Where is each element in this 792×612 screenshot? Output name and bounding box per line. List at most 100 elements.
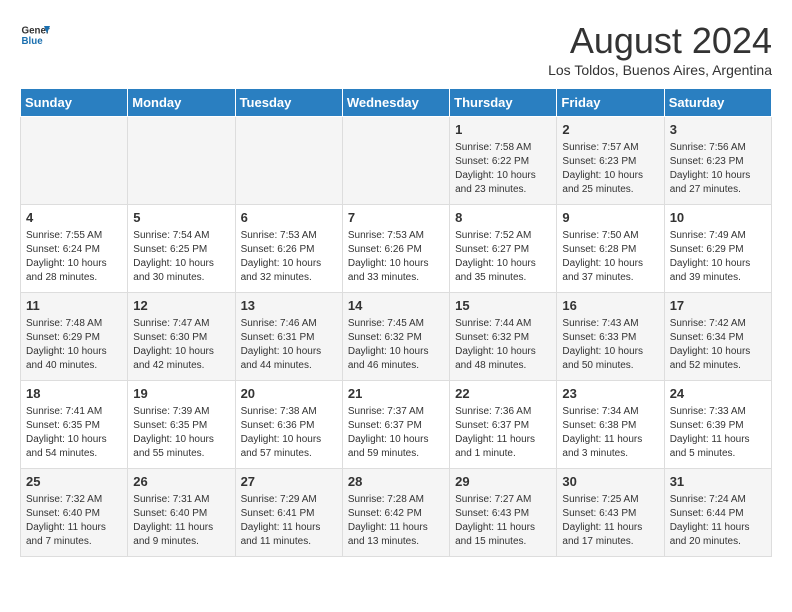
header-friday: Friday	[557, 89, 664, 117]
calendar-cell: 25 Sunrise: 7:32 AM Sunset: 6:40 PM Dayli…	[21, 469, 128, 557]
calendar-cell: 6Sunrise: 7:53 AM Sunset: 6:26 PM Daylig…	[235, 205, 342, 293]
day-number: 23	[562, 385, 658, 403]
svg-text:Blue: Blue	[22, 36, 44, 47]
calendar-cell	[235, 117, 342, 205]
calendar-week-row: 18 Sunrise: 7:41 AM Sunset: 6:35 PM Dayli…	[21, 381, 772, 469]
day-info: Sunrise: 7:49 AM Sunset: 6:29 PM Dayligh…	[670, 229, 766, 285]
day-info: Sunrise: 7:55 AM Sunset: 6:24 PM Dayligh…	[26, 229, 122, 285]
calendar-cell: 14 Sunrise: 7:45 AM Sunset: 6:32 PM Dayli…	[342, 293, 449, 381]
day-info: Sunrise: 7:24 AM Sunset: 6:44 PM Dayligh…	[670, 493, 766, 549]
day-info: Sunrise: 7:38 AM Sunset: 6:36 PM Dayligh…	[241, 405, 337, 461]
day-number: 17	[670, 297, 766, 315]
calendar-cell	[128, 117, 235, 205]
calendar-cell	[21, 117, 128, 205]
calendar-cell: 26 Sunrise: 7:31 AM Sunset: 6:40 PM Dayli…	[128, 469, 235, 557]
calendar-cell: 11Sunrise: 7:48 AM Sunset: 6:29 PM Dayli…	[21, 293, 128, 381]
day-number: 25	[26, 473, 122, 491]
day-info: Sunrise: 7:45 AM Sunset: 6:32 PM Dayligh…	[348, 317, 444, 373]
day-number: 28	[348, 473, 444, 491]
day-number: 24	[670, 385, 766, 403]
calendar-week-row: 4 Sunrise: 7:55 AM Sunset: 6:24 PM Daylig…	[21, 205, 772, 293]
day-info: Sunrise: 7:39 AM Sunset: 6:35 PM Dayligh…	[133, 405, 229, 461]
calendar-cell: 29Sunrise: 7:27 AM Sunset: 6:43 PM Dayli…	[450, 469, 557, 557]
calendar-cell: 9 Sunrise: 7:50 AM Sunset: 6:28 PM Daylig…	[557, 205, 664, 293]
day-number: 12	[133, 297, 229, 315]
calendar-cell: 24 Sunrise: 7:33 AM Sunset: 6:39 PM Dayli…	[664, 381, 771, 469]
calendar-week-row: 25 Sunrise: 7:32 AM Sunset: 6:40 PM Dayli…	[21, 469, 772, 557]
day-number: 7	[348, 209, 444, 227]
day-info: Sunrise: 7:31 AM Sunset: 6:40 PM Dayligh…	[133, 493, 229, 549]
calendar-cell: 23 Sunrise: 7:34 AM Sunset: 6:38 PM Dayli…	[557, 381, 664, 469]
header-sunday: Sunday	[21, 89, 128, 117]
calendar-cell: 19 Sunrise: 7:39 AM Sunset: 6:35 PM Dayli…	[128, 381, 235, 469]
day-number: 11	[26, 297, 122, 315]
day-number: 5	[133, 209, 229, 227]
day-info: Sunrise: 7:50 AM Sunset: 6:28 PM Dayligh…	[562, 229, 658, 285]
page-header: General Blue August 2024 Los Toldos, Bue…	[20, 20, 772, 78]
day-number: 3	[670, 121, 766, 139]
day-info: Sunrise: 7:42 AM Sunset: 6:34 PM Dayligh…	[670, 317, 766, 373]
calendar-cell: 18 Sunrise: 7:41 AM Sunset: 6:35 PM Dayli…	[21, 381, 128, 469]
day-info: Sunrise: 7:52 AM Sunset: 6:27 PM Dayligh…	[455, 229, 551, 285]
calendar-cell: 27 Sunrise: 7:29 AM Sunset: 6:41 PM Dayli…	[235, 469, 342, 557]
calendar-week-row: 11Sunrise: 7:48 AM Sunset: 6:29 PM Dayli…	[21, 293, 772, 381]
day-number: 9	[562, 209, 658, 227]
day-info: Sunrise: 7:46 AM Sunset: 6:31 PM Dayligh…	[241, 317, 337, 373]
day-info: Sunrise: 7:29 AM Sunset: 6:41 PM Dayligh…	[241, 493, 337, 549]
title-section: August 2024 Los Toldos, Buenos Aires, Ar…	[548, 20, 772, 78]
header-monday: Monday	[128, 89, 235, 117]
day-number: 22	[455, 385, 551, 403]
calendar-cell: 21Sunrise: 7:37 AM Sunset: 6:37 PM Dayli…	[342, 381, 449, 469]
day-number: 30	[562, 473, 658, 491]
calendar-cell: 28 Sunrise: 7:28 AM Sunset: 6:42 PM Dayli…	[342, 469, 449, 557]
calendar-cell: 5 Sunrise: 7:54 AM Sunset: 6:25 PM Daylig…	[128, 205, 235, 293]
logo: General Blue	[20, 20, 50, 50]
calendar-cell: 1Sunrise: 7:58 AM Sunset: 6:22 PM Daylig…	[450, 117, 557, 205]
day-number: 26	[133, 473, 229, 491]
calendar-week-row: 1Sunrise: 7:58 AM Sunset: 6:22 PM Daylig…	[21, 117, 772, 205]
day-info: Sunrise: 7:32 AM Sunset: 6:40 PM Dayligh…	[26, 493, 122, 549]
calendar-cell: 31Sunrise: 7:24 AM Sunset: 6:44 PM Dayli…	[664, 469, 771, 557]
header-tuesday: Tuesday	[235, 89, 342, 117]
day-info: Sunrise: 7:53 AM Sunset: 6:26 PM Dayligh…	[241, 229, 337, 285]
day-info: Sunrise: 7:36 AM Sunset: 6:37 PM Dayligh…	[455, 405, 551, 461]
day-number: 20	[241, 385, 337, 403]
header-wednesday: Wednesday	[342, 89, 449, 117]
day-number: 27	[241, 473, 337, 491]
day-number: 8	[455, 209, 551, 227]
calendar-cell: 2Sunrise: 7:57 AM Sunset: 6:23 PM Daylig…	[557, 117, 664, 205]
calendar-header-row: SundayMondayTuesdayWednesdayThursdayFrid…	[21, 89, 772, 117]
calendar-cell: 3Sunrise: 7:56 AM Sunset: 6:23 PM Daylig…	[664, 117, 771, 205]
day-info: Sunrise: 7:41 AM Sunset: 6:35 PM Dayligh…	[26, 405, 122, 461]
calendar-cell: 30Sunrise: 7:25 AM Sunset: 6:43 PM Dayli…	[557, 469, 664, 557]
day-number: 2	[562, 121, 658, 139]
day-info: Sunrise: 7:34 AM Sunset: 6:38 PM Dayligh…	[562, 405, 658, 461]
calendar-cell	[342, 117, 449, 205]
day-number: 29	[455, 473, 551, 491]
calendar-cell: 13 Sunrise: 7:46 AM Sunset: 6:31 PM Dayli…	[235, 293, 342, 381]
calendar-cell: 20 Sunrise: 7:38 AM Sunset: 6:36 PM Dayli…	[235, 381, 342, 469]
day-info: Sunrise: 7:43 AM Sunset: 6:33 PM Dayligh…	[562, 317, 658, 373]
calendar-cell: 22 Sunrise: 7:36 AM Sunset: 6:37 PM Dayli…	[450, 381, 557, 469]
day-number: 18	[26, 385, 122, 403]
day-number: 10	[670, 209, 766, 227]
calendar-cell: 17 Sunrise: 7:42 AM Sunset: 6:34 PM Dayli…	[664, 293, 771, 381]
day-info: Sunrise: 7:44 AM Sunset: 6:32 PM Dayligh…	[455, 317, 551, 373]
calendar-cell: 8 Sunrise: 7:52 AM Sunset: 6:27 PM Daylig…	[450, 205, 557, 293]
day-number: 14	[348, 297, 444, 315]
day-info: Sunrise: 7:37 AM Sunset: 6:37 PM Dayligh…	[348, 405, 444, 461]
day-info: Sunrise: 7:58 AM Sunset: 6:22 PM Dayligh…	[455, 141, 551, 197]
logo-icon: General Blue	[20, 20, 50, 50]
day-number: 13	[241, 297, 337, 315]
calendar-cell: 4 Sunrise: 7:55 AM Sunset: 6:24 PM Daylig…	[21, 205, 128, 293]
month-year-title: August 2024	[548, 20, 772, 62]
day-info: Sunrise: 7:33 AM Sunset: 6:39 PM Dayligh…	[670, 405, 766, 461]
day-number: 4	[26, 209, 122, 227]
day-info: Sunrise: 7:53 AM Sunset: 6:26 PM Dayligh…	[348, 229, 444, 285]
day-info: Sunrise: 7:54 AM Sunset: 6:25 PM Dayligh…	[133, 229, 229, 285]
header-thursday: Thursday	[450, 89, 557, 117]
day-number: 19	[133, 385, 229, 403]
calendar-cell: 16Sunrise: 7:43 AM Sunset: 6:33 PM Dayli…	[557, 293, 664, 381]
day-info: Sunrise: 7:28 AM Sunset: 6:42 PM Dayligh…	[348, 493, 444, 549]
day-info: Sunrise: 7:47 AM Sunset: 6:30 PM Dayligh…	[133, 317, 229, 373]
